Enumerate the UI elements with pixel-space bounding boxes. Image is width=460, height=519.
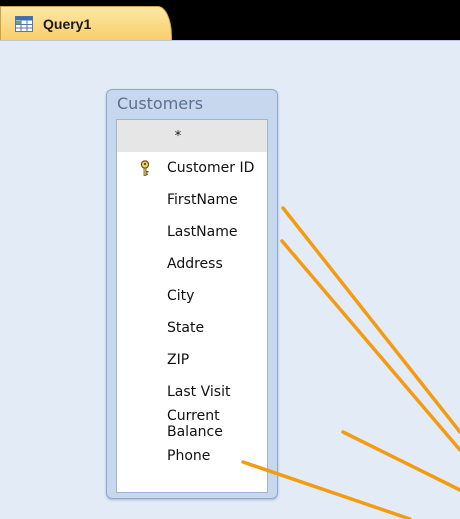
field-zip[interactable]: ZIP <box>117 344 267 376</box>
field-lastname[interactable]: LastName <box>117 216 267 248</box>
field-city[interactable]: City <box>117 280 267 312</box>
field-list-body[interactable]: * Customer ID FirstName LastName Address… <box>116 119 268 493</box>
tab-query1[interactable]: Query1 <box>0 6 172 40</box>
tab-label: Query1 <box>43 15 92 32</box>
field-customer-id[interactable]: Customer ID <box>117 152 267 184</box>
document-tab-strip: Query1 <box>0 0 460 40</box>
field-all-star[interactable]: * <box>117 120 267 152</box>
primary-key-icon <box>139 160 151 176</box>
field-current-balance[interactable]: Current Balance <box>117 408 267 440</box>
field-last-visit[interactable]: Last Visit <box>117 376 267 408</box>
query-design-area[interactable]: Customers * Customer ID FirstName LastNa… <box>0 40 460 519</box>
field-firstname[interactable]: FirstName <box>117 184 267 216</box>
customers-field-list[interactable]: Customers * Customer ID FirstName LastNa… <box>106 89 278 499</box>
field-address[interactable]: Address <box>117 248 267 280</box>
field-state[interactable]: State <box>117 312 267 344</box>
query-grid-icon <box>15 15 33 32</box>
field-phone[interactable]: Phone <box>117 440 267 472</box>
field-list-title[interactable]: Customers <box>117 94 203 118</box>
